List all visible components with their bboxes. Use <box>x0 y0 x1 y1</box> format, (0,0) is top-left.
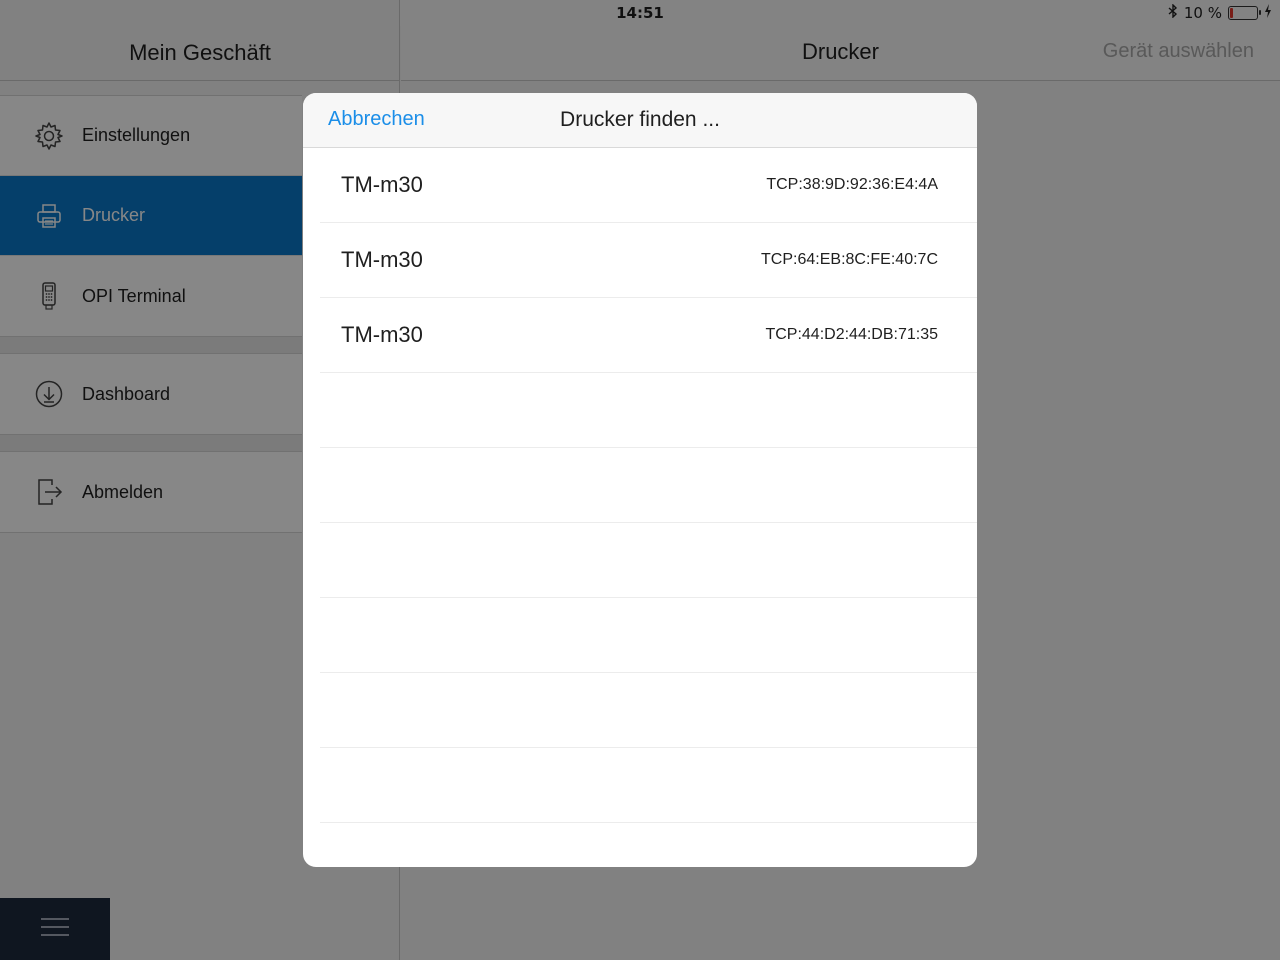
printer-address: TCP:64:EB:8C:FE:40:7C <box>761 251 938 268</box>
printer-name: TM-m30 <box>341 247 423 272</box>
printer-list: TM-m30 TCP:38:9D:92:36:E4:4A TM-m30 TCP:64:… <box>303 148 977 823</box>
printer-address: TCP:44:D2:44:DB:71:35 <box>765 326 938 343</box>
printer-name: TM-m30 <box>341 172 423 197</box>
empty-list-row <box>320 673 977 748</box>
empty-list-row <box>320 598 977 673</box>
find-printer-modal: Abbrechen Drucker finden ... TM-m30 TCP:3… <box>303 93 977 867</box>
empty-list-row <box>320 448 977 523</box>
printer-address: TCP:38:9D:92:36:E4:4A <box>766 176 938 193</box>
printer-name: TM-m30 <box>341 322 423 347</box>
modal-header: Abbrechen Drucker finden ... <box>303 93 977 148</box>
empty-list-row <box>320 748 977 823</box>
empty-list-row <box>320 523 977 598</box>
empty-list-row <box>320 373 977 448</box>
printer-row[interactable]: TM-m30 TCP:64:EB:8C:FE:40:7C <box>320 223 977 298</box>
printer-row[interactable]: TM-m30 TCP:38:9D:92:36:E4:4A <box>320 148 977 223</box>
modal-title: Drucker finden ... <box>560 108 720 131</box>
printer-row[interactable]: TM-m30 TCP:44:D2:44:DB:71:35 <box>320 298 977 373</box>
